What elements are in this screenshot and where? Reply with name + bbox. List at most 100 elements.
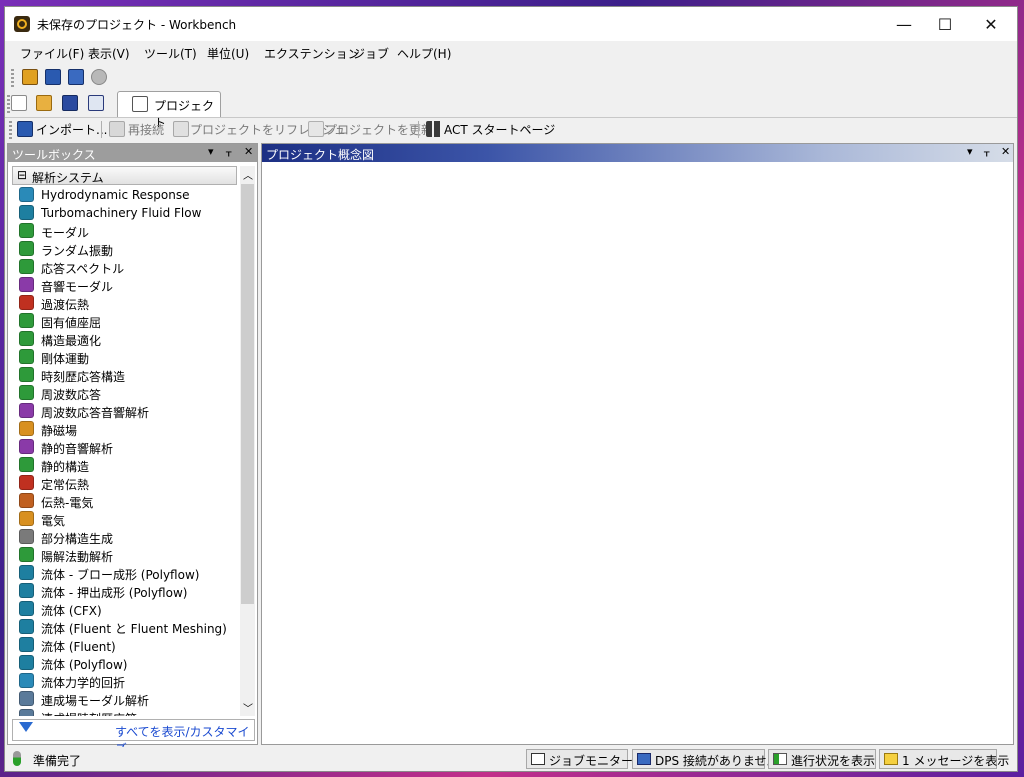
list-item[interactable]: Turbomachinery Fluid Flow: [12, 204, 238, 222]
list-item[interactable]: 固有値座屈: [12, 312, 238, 330]
list-item[interactable]: 静的音響解析: [12, 438, 238, 456]
toolbar-separator: [101, 121, 102, 138]
toolbar-grip[interactable]: [9, 121, 12, 139]
list-item[interactable]: 流体 (CFX): [12, 600, 238, 618]
show-progress-button[interactable]: 進行状況を表示: [768, 749, 876, 769]
list-item[interactable]: 周波数応答: [12, 384, 238, 402]
menu-extensions[interactable]: エクステンション: [264, 45, 360, 62]
rigid-body-icon: [19, 349, 34, 364]
menu-file[interactable]: ファイル(F): [20, 45, 84, 62]
list-item[interactable]: 時刻歴応答構造: [12, 366, 238, 384]
list-item-label: 周波数応答: [41, 388, 102, 402]
list-item[interactable]: 構造最適化: [12, 330, 238, 348]
lightning-icon: [308, 121, 324, 137]
list-item[interactable]: 部分構造生成: [12, 528, 238, 546]
pin-icon[interactable]: ᚁ: [226, 145, 231, 158]
menu-view[interactable]: 表示(V): [88, 45, 130, 62]
dps-connection-button[interactable]: DPS 接続がありません: [632, 749, 779, 769]
transient-structural-icon: [19, 367, 34, 382]
schematic-canvas[interactable]: [262, 162, 1013, 744]
list-item-label: 静磁場: [41, 424, 78, 438]
toolbox-close-icon[interactable]: ✕: [244, 145, 253, 158]
filter-icon[interactable]: [19, 722, 33, 732]
list-item[interactable]: 過渡伝熱: [12, 294, 238, 312]
list-item[interactable]: 静的構造: [12, 456, 238, 474]
scroll-up-icon[interactable]: ︿: [243, 167, 253, 182]
minimize-button[interactable]: —: [881, 7, 927, 41]
group-label: 解析システム: [32, 171, 104, 185]
schematic-close-icon[interactable]: ✕: [1001, 145, 1010, 158]
menu-bar: ファイル(F) 表示(V) ツール(T) 単位(U) エクステンション ジョブ …: [5, 41, 1017, 65]
list-item[interactable]: 流体 (Fluent): [12, 636, 238, 654]
list-item-label: 伝熱-電気: [41, 496, 94, 510]
pin-icon[interactable]: ᚁ: [984, 145, 989, 158]
list-item[interactable]: 流体 (Fluent と Fluent Meshing): [12, 618, 238, 636]
list-item[interactable]: 陽解法動解析: [12, 546, 238, 564]
close-button[interactable]: ✕: [968, 7, 1014, 41]
menu-tools[interactable]: ツール(T): [144, 45, 197, 62]
project-toolbar: インポート... 再接続 プロジェクトをリフレッシュ プロジェクトを更新 ACT…: [5, 117, 1017, 141]
save-as-icon[interactable]: [88, 95, 104, 111]
cfx-icon: [19, 601, 34, 616]
list-item[interactable]: Hydrodynamic Response: [12, 186, 238, 204]
maximize-button[interactable]: ☐: [922, 7, 968, 41]
globe-icon[interactable]: [91, 69, 107, 85]
menu-jobs[interactable]: ジョブ: [353, 45, 389, 62]
toolbar-grip[interactable]: [11, 69, 14, 87]
scroll-down-icon[interactable]: ﹀: [243, 700, 253, 715]
acoustic-modal-icon: [19, 277, 34, 292]
list-item[interactable]: 流体 - 押出成形 (Polyflow): [12, 582, 238, 600]
show-progress-label: 進行状況を表示: [791, 754, 876, 768]
list-item-label: 固有値座屈: [41, 316, 102, 330]
save-db-icon[interactable]: [45, 69, 61, 85]
open-folder-icon[interactable]: [36, 95, 52, 111]
import-icon: [17, 121, 33, 137]
list-item[interactable]: 伝熱-電気: [12, 492, 238, 510]
scrollbar-thumb[interactable]: [241, 184, 254, 604]
list-item[interactable]: 周波数応答音響解析: [12, 402, 238, 420]
list-item[interactable]: モーダル: [12, 222, 238, 240]
job-monitor-button[interactable]: ジョブモニター...: [526, 749, 644, 769]
list-item[interactable]: 応答スペクトル: [12, 258, 238, 276]
reconnect-icon: [109, 121, 125, 137]
analysis-systems-group[interactable]: ⊟ 解析システム: [12, 166, 237, 185]
tab-project[interactable]: プロジェクト: [117, 91, 221, 130]
list-item[interactable]: 音響モーダル: [12, 276, 238, 294]
toolbox-scrollbar[interactable]: ︿ ﹀: [240, 166, 255, 716]
toolbox-dropdown-icon[interactable]: ▾: [208, 145, 214, 158]
new-file-icon[interactable]: [11, 95, 27, 111]
list-item[interactable]: 剛体運動: [12, 348, 238, 366]
act-start-page-label: ACT スタートページ: [444, 123, 556, 137]
list-item[interactable]: 流体 (Polyflow): [12, 654, 238, 672]
show-messages-button[interactable]: 1 メッセージを表示: [879, 749, 1009, 769]
list-item[interactable]: 流体力学的回折: [12, 672, 238, 690]
list-item[interactable]: ランダム振動: [12, 240, 238, 258]
static-structural-icon: [19, 457, 34, 472]
list-item[interactable]: 静磁場: [12, 420, 238, 438]
list-item[interactable]: 電気: [12, 510, 238, 528]
toolbar-grip[interactable]: [7, 95, 10, 113]
status-text: 準備完了: [33, 754, 82, 768]
new-project-icon[interactable]: [22, 69, 38, 85]
reconnect-label: 再接続: [128, 123, 165, 137]
polyflow-blow-icon: [19, 565, 34, 580]
list-item[interactable]: 連成場モーダル解析: [12, 690, 238, 708]
menu-units[interactable]: 単位(U): [207, 45, 249, 62]
save-as-db-icon[interactable]: [68, 69, 84, 85]
steady-thermal-icon: [19, 475, 34, 490]
schematic-dropdown-icon[interactable]: ▾: [967, 145, 973, 158]
list-item-label: 流体 (CFX): [41, 604, 102, 618]
list-item-label: 連成場モーダル解析: [41, 694, 150, 708]
save-icon[interactable]: [62, 95, 78, 111]
collapse-icon[interactable]: ⊟: [17, 168, 27, 182]
list-item-label: Turbomachinery Fluid Flow: [41, 206, 202, 220]
transient-thermal-icon: [19, 295, 34, 310]
import-label: インポート...: [36, 123, 108, 137]
job-monitor-label: ジョブモニター...: [549, 754, 645, 768]
list-item[interactable]: 流体 - ブロー成形 (Polyflow): [12, 564, 238, 582]
menu-help[interactable]: ヘルプ(H): [397, 45, 451, 62]
hydrodynamic-diffraction-icon: [19, 673, 34, 688]
list-item[interactable]: 連成場時刻歴応答: [12, 708, 238, 716]
coupled-modal-icon: [19, 691, 34, 706]
list-item[interactable]: 定常伝熱: [12, 474, 238, 492]
